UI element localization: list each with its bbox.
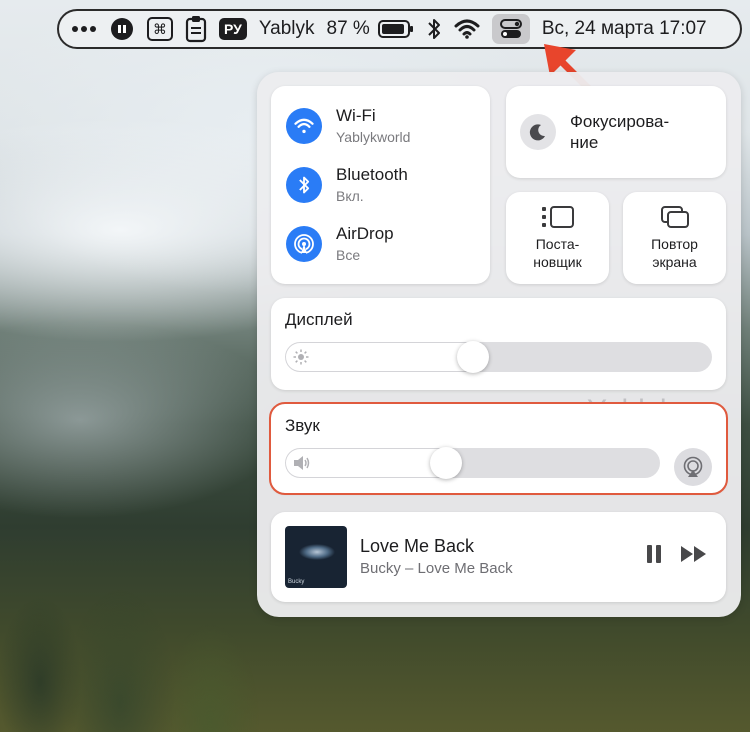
control-center-button[interactable] [491, 14, 530, 44]
wifi-title: Wi‑Fi [336, 106, 376, 125]
bluetooth-icon[interactable] [426, 14, 442, 44]
battery-status[interactable]: 87 % [327, 14, 414, 44]
audio-output-button[interactable] [674, 448, 712, 486]
language-label: РУ [219, 18, 247, 40]
wifi-network-name: Yablykworld [336, 129, 411, 145]
focus-button[interactable]: Фокусирова- ние [506, 86, 726, 178]
sound-label: Звук [285, 416, 320, 435]
svg-text:⌘: ⌘ [153, 22, 167, 38]
brightness-icon [293, 349, 309, 365]
track-info: Love Me Back Bucky – Love Me Back [360, 535, 513, 579]
connectivity-module: Wi‑Fi Yablykworld Bluetooth Вкл. AirDrop… [271, 86, 490, 284]
clipboard-icon[interactable] [185, 14, 207, 44]
volume-slider[interactable] [285, 448, 660, 478]
moon-icon [520, 114, 556, 150]
airdrop-icon [286, 226, 322, 262]
bluetooth-toggle[interactable]: Bluetooth Вкл. [286, 165, 408, 205]
more-icon[interactable] [71, 14, 97, 44]
bluetooth-title: Bluetooth [336, 165, 408, 184]
input-language-indicator[interactable]: РУ [219, 14, 247, 44]
screen-mirroring-icon [660, 206, 689, 228]
stage-manager-icon [541, 206, 574, 228]
brightness-slider[interactable] [285, 342, 712, 372]
sound-module: Звук [269, 402, 728, 495]
airdrop-status: Все [336, 247, 361, 263]
app-menu-item[interactable]: Yablyk [259, 14, 315, 44]
bluetooth-icon [286, 167, 322, 203]
display-label: Дисплей [285, 310, 353, 329]
airdrop-title: AirDrop [336, 224, 394, 243]
playback-controls [646, 544, 708, 564]
now-playing-module[interactable]: Bucky Love Me Back Bucky – Love Me Back [271, 512, 726, 602]
command-key-icon[interactable]: ⌘ [147, 14, 173, 44]
bluetooth-status: Вкл. [336, 188, 364, 204]
album-art: Bucky [285, 526, 347, 588]
brightness-slider-knob[interactable] [456, 341, 489, 373]
airplay-audio-icon [683, 456, 703, 477]
pause-icon[interactable] [646, 544, 662, 564]
screen-mirroring-label: Повтор экрана [651, 236, 698, 270]
display-module: Дисплей [271, 298, 726, 390]
stage-manager-button[interactable]: Поста- новщик [506, 192, 609, 284]
fast-forward-icon[interactable] [680, 544, 708, 564]
wifi-icon [286, 108, 322, 144]
track-title: Love Me Back [360, 536, 475, 556]
battery-icon [377, 20, 413, 38]
stage-manager-label: Поста- новщик [533, 236, 582, 270]
album-art-text: Bucky [288, 579, 305, 585]
wifi-icon[interactable] [454, 14, 480, 44]
speaker-icon [294, 456, 310, 470]
wifi-toggle[interactable]: Wi‑Fi Yablykworld [286, 106, 410, 146]
screen-mirroring-button[interactable]: Повтор экрана [623, 192, 726, 284]
track-artist-album: Bucky – Love Me Back [360, 560, 513, 577]
control-center-icon [499, 19, 522, 38]
volume-slider-knob[interactable] [430, 447, 463, 479]
focus-label: Фокусирова- ние [570, 112, 670, 152]
control-center-panel: Wi‑Fi Yablykworld Bluetooth Вкл. AirDrop… [257, 72, 741, 617]
headset-status-icon[interactable] [109, 14, 135, 44]
airdrop-toggle[interactable]: AirDrop Все [286, 224, 394, 264]
battery-percent: 87 % [326, 18, 370, 39]
menu-bar: ⌘ РУ Yablyk 87 % Вс, 24 марта 17:07 [57, 9, 742, 49]
